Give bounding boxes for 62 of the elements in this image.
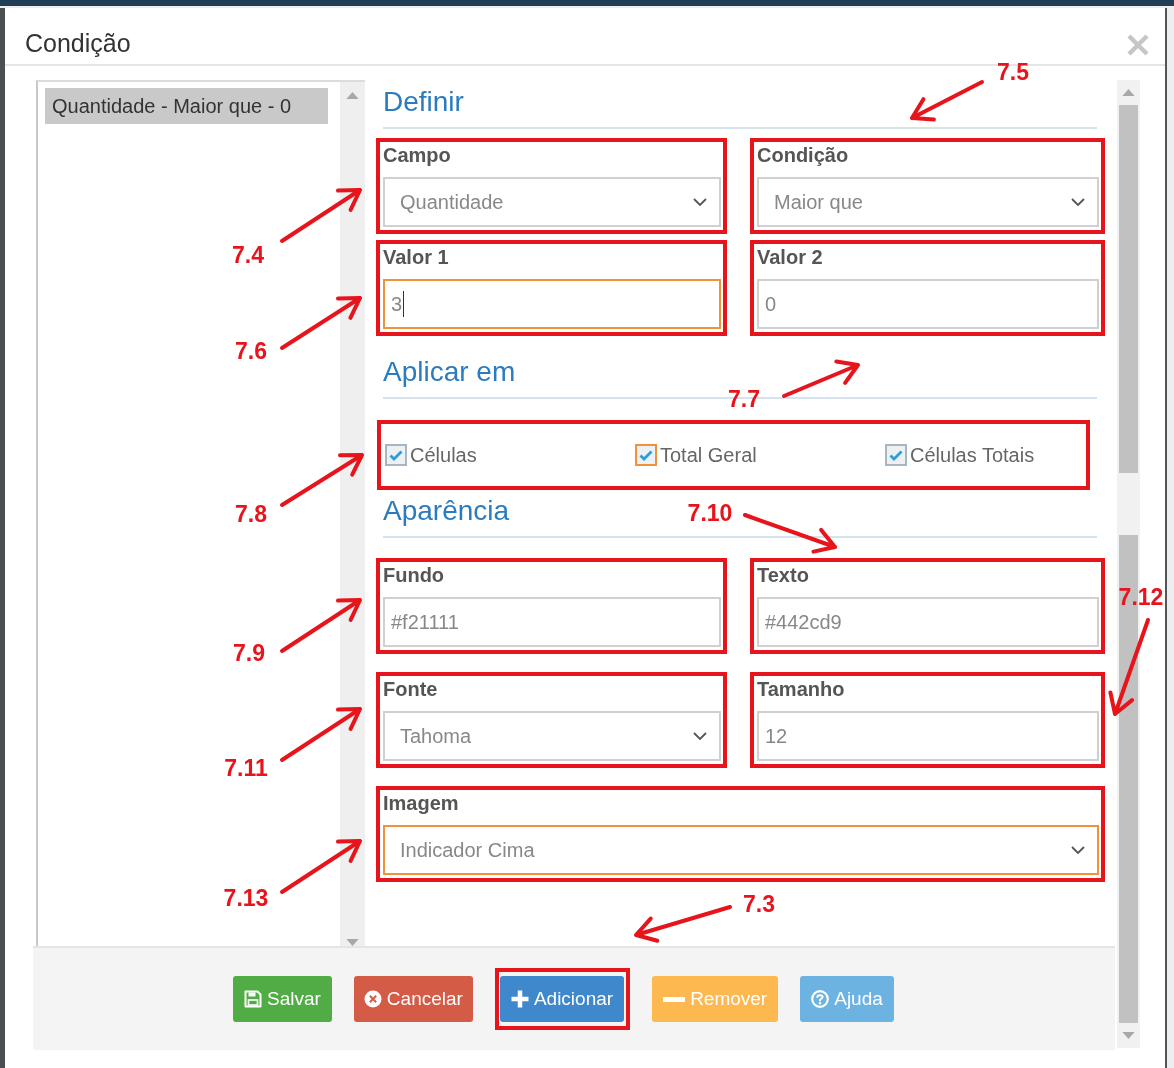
checkbox-label: Total Geral — [660, 443, 757, 467]
field-label: Fundo — [383, 563, 446, 588]
input-field[interactable]: #442cd9 — [757, 597, 1099, 647]
help-button[interactable]: Ajuda — [800, 976, 894, 1022]
field-label: Tamanho — [757, 677, 846, 702]
section-heading: Aparência — [383, 495, 510, 526]
chevron-down-icon — [1071, 846, 1085, 854]
field-label: Campo — [383, 143, 452, 168]
field-label: Texto — [757, 563, 810, 588]
field-label: Valor 2 — [757, 245, 824, 270]
save-button[interactable]: Salvar — [233, 976, 332, 1022]
help-circle-icon — [811, 990, 830, 1008]
minus-icon — [663, 996, 686, 1002]
scrollbar[interactable] — [340, 82, 365, 946]
field-label: Condição — [757, 143, 850, 168]
check-icon — [639, 449, 653, 461]
callout-label: 7.13 — [223, 886, 269, 910]
check-icon — [389, 449, 403, 461]
dialog-title: Condição — [25, 28, 131, 58]
cancel-circle-icon — [363, 990, 382, 1008]
field-label: Imagem — [383, 791, 460, 816]
checkbox[interactable] — [635, 444, 657, 466]
checkbox[interactable] — [885, 444, 907, 466]
close-icon[interactable] — [1127, 34, 1149, 56]
select-field[interactable]: Indicador Cima — [383, 825, 1099, 875]
callout-label: 7.9 — [233, 641, 265, 665]
chevron-down-icon — [1071, 198, 1085, 206]
plus-icon — [510, 990, 529, 1008]
input-field[interactable]: #f21111 — [383, 597, 721, 647]
field-label: Valor 1 — [383, 245, 450, 270]
callout-label: 7.8 — [235, 502, 267, 526]
scrollbar-thumb[interactable] — [1119, 105, 1138, 473]
callout-label: 7.11 — [224, 756, 268, 780]
checkbox-label: Células Totais — [910, 443, 1035, 467]
check-icon — [889, 449, 903, 461]
cancel-button[interactable]: Cancelar — [353, 976, 473, 1022]
callout-label: 7.7 — [728, 387, 760, 411]
checkbox[interactable] — [385, 444, 407, 466]
scroll-up-icon[interactable] — [1122, 89, 1135, 96]
callout-label: 7.12 — [1118, 585, 1164, 609]
callout-label: 7.10 — [687, 501, 733, 525]
callout-label: 7.3 — [743, 892, 775, 916]
scroll-up-icon[interactable] — [346, 92, 359, 99]
section-heading: Aplicar em — [383, 356, 516, 387]
select-field[interactable]: Tahoma — [383, 711, 721, 761]
select-field[interactable]: Quantidade — [383, 177, 721, 227]
select-field[interactable]: Maior que — [757, 177, 1099, 227]
input-field[interactable]: 12 — [757, 711, 1099, 761]
text-cursor — [403, 291, 405, 317]
section-heading: Definir — [383, 86, 464, 117]
field-label: Fonte — [383, 677, 439, 702]
scroll-down-icon[interactable] — [1122, 1032, 1135, 1039]
callout-label: 7.4 — [232, 243, 264, 267]
callout-label: 7.6 — [235, 339, 267, 363]
chevron-down-icon — [693, 732, 707, 740]
input-field[interactable]: 3 — [383, 279, 721, 329]
checkbox-label: Células — [410, 443, 477, 467]
add-button[interactable]: Adicionar — [499, 976, 625, 1022]
input-field[interactable]: 0 — [757, 279, 1099, 329]
chevron-down-icon — [693, 198, 707, 206]
list-item[interactable]: Quantidade - Maior que - 0 — [45, 88, 328, 124]
callout-label: 7.5 — [997, 60, 1029, 84]
